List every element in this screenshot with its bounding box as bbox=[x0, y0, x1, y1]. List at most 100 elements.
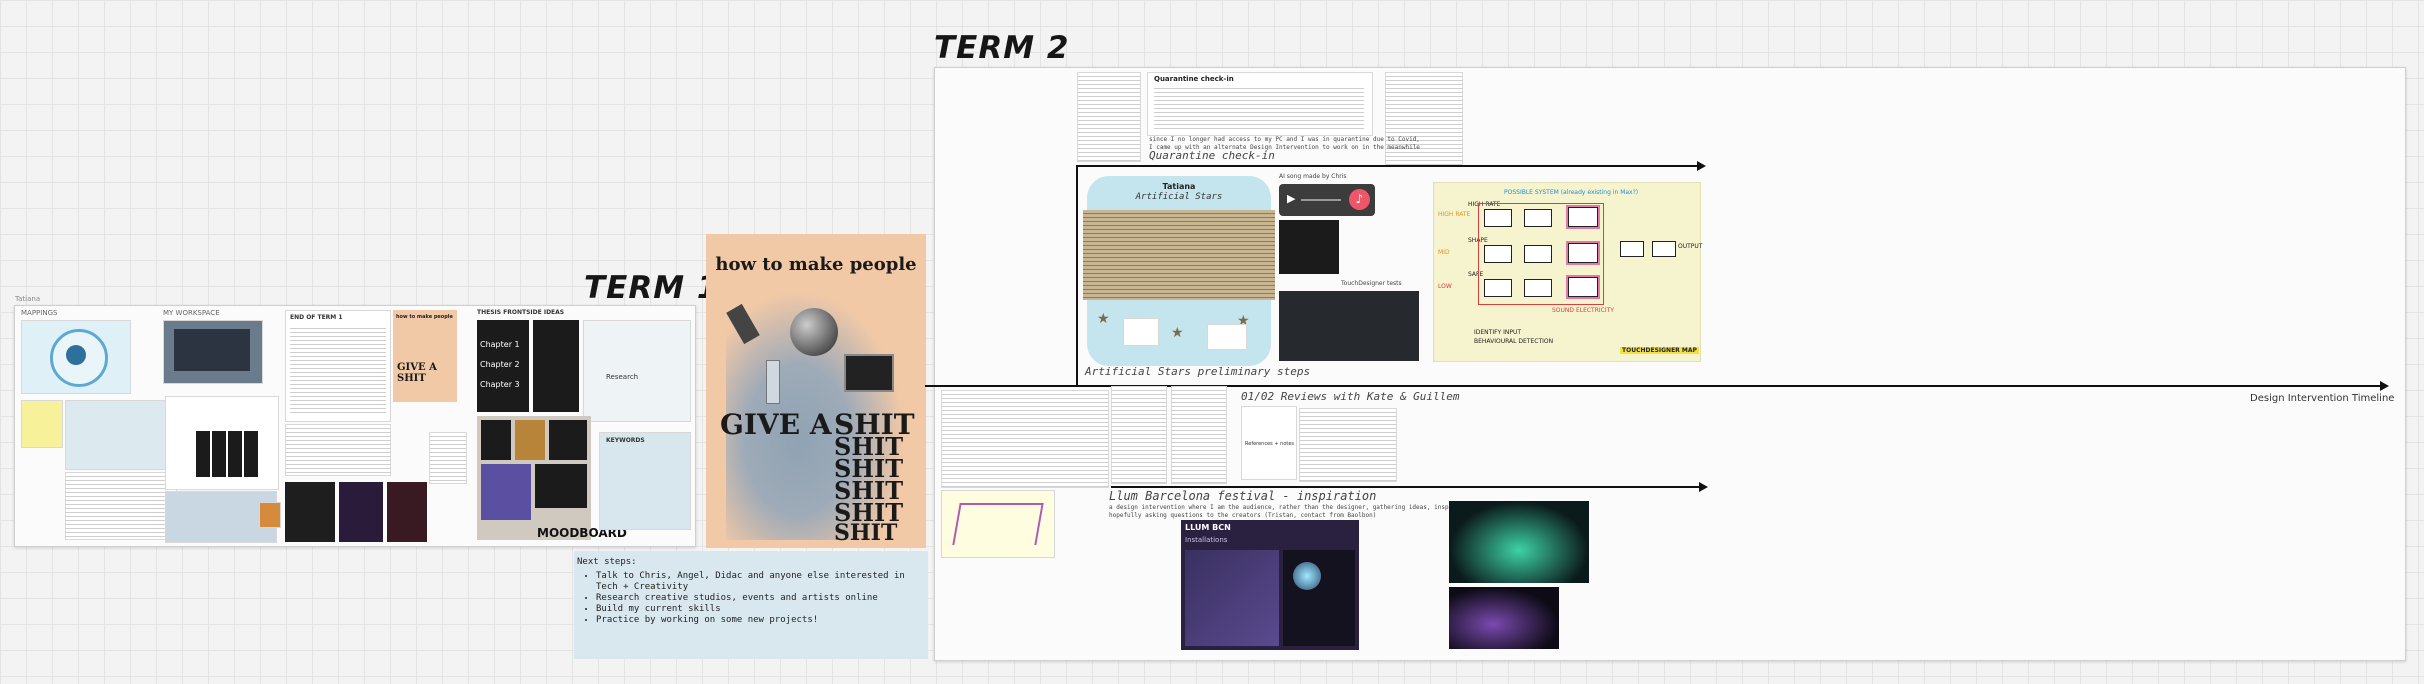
research-collage[interactable] bbox=[65, 400, 177, 470]
quarantine-caption: Quarantine check-in bbox=[1149, 149, 1275, 162]
moodboard-image-3 bbox=[549, 420, 587, 460]
next-steps-note[interactable]: Next steps: Talk to Chris, Angel, Didac … bbox=[574, 551, 928, 659]
keywords-label: KEYWORDS bbox=[606, 437, 645, 444]
end-of-term-notes[interactable] bbox=[285, 424, 391, 476]
music-icon: ♪ bbox=[1349, 189, 1370, 210]
review-document-3[interactable] bbox=[1171, 386, 1227, 484]
poster-shit-6: SHIT bbox=[834, 520, 898, 546]
end-of-term-text bbox=[290, 325, 386, 415]
llum-description-line-2: hopefully asking questions to the creato… bbox=[1109, 512, 1377, 519]
timeline-branch-quarantine bbox=[1077, 165, 1699, 167]
song-label: AI song made by Chris bbox=[1279, 173, 1347, 180]
moodboard-image-1 bbox=[481, 420, 511, 460]
keywords-panel[interactable]: KEYWORDS bbox=[599, 432, 691, 530]
article-clipping[interactable] bbox=[429, 432, 467, 484]
diagram-footer: TOUCHDESIGNER MAP bbox=[1620, 347, 1699, 354]
diagram-row-label: HIGH RATE bbox=[1438, 211, 1471, 218]
arrow-right-icon bbox=[1697, 161, 1706, 171]
orange-photo[interactable] bbox=[259, 502, 281, 528]
star-icon: ★ bbox=[1097, 311, 1110, 327]
quarantine-spreadsheet[interactable] bbox=[1077, 72, 1141, 162]
dark-image-3[interactable] bbox=[387, 482, 427, 542]
m-shape bbox=[952, 503, 1044, 545]
review-notes[interactable] bbox=[1299, 408, 1397, 482]
review-document-1[interactable] bbox=[941, 390, 1109, 488]
dark-image-2[interactable] bbox=[339, 482, 383, 542]
diagram-note: SOUND ELECTRICITY bbox=[1552, 307, 1614, 314]
touchdesigner-diagram[interactable]: POSSIBLE SYSTEM (already existing in Max… bbox=[1433, 182, 1703, 362]
artificial-stars-text bbox=[1083, 210, 1275, 300]
llum-event-image bbox=[1293, 562, 1321, 590]
quarantine-doc-title: Quarantine check-in bbox=[1154, 75, 1234, 83]
diagram-group-frame bbox=[1478, 203, 1604, 305]
grid-document[interactable] bbox=[165, 396, 279, 490]
llum-website-screenshot[interactable]: LLUM BCN Installations bbox=[1181, 520, 1359, 650]
diagram-output-label: OUTPUT bbox=[1678, 243, 1703, 250]
references-label: References + notes bbox=[1245, 441, 1295, 447]
quarantine-side-document[interactable] bbox=[1385, 72, 1463, 166]
llum-caption: Llum Barcelona festival - inspiration bbox=[1109, 489, 1377, 503]
chapters-column-1[interactable]: Chapter 1 Chapter 2 Chapter 3 bbox=[477, 320, 529, 412]
reviews-caption: 01/02 Reviews with Kate & Guillem bbox=[1241, 390, 1460, 403]
llum-site-title: LLUM BCN bbox=[1185, 523, 1231, 532]
notes-document[interactable] bbox=[65, 472, 177, 540]
artificial-stars-card[interactable]: Tatiana Artificial Stars ★ ★ ★ bbox=[1083, 176, 1275, 366]
term2-board[interactable]: Quarantine check-in since I no longer ha… bbox=[925, 67, 2406, 661]
artificial-stars-caption: Artificial Stars preliminary steps bbox=[1085, 365, 1311, 378]
next-steps-title: Next steps: bbox=[577, 557, 637, 567]
next-step-item: Talk to Chris, Angel, Didac and anyone e… bbox=[596, 571, 926, 593]
play-icon[interactable]: ▶ bbox=[1287, 192, 1295, 205]
audio-progress[interactable] bbox=[1301, 199, 1341, 201]
star-icon: ★ bbox=[1171, 325, 1184, 341]
workspace-label: MY WORKSPACE bbox=[163, 309, 220, 317]
mappings-label: MAPPINGS bbox=[21, 309, 58, 317]
give-a-shit-poster[interactable]: how to make people GIVE A SHIT SHIT SHIT… bbox=[706, 234, 926, 548]
touchdesigner-screenshot[interactable] bbox=[1279, 291, 1419, 361]
review-document-2[interactable] bbox=[1111, 386, 1167, 484]
artificial-stars-note bbox=[1207, 324, 1247, 350]
term1-board[interactable]: Tatiana MAPPINGS MY WORKSPACE END OF TER… bbox=[14, 295, 696, 547]
llum-photo-2[interactable] bbox=[1449, 587, 1559, 649]
quarantine-doc-text bbox=[1154, 85, 1364, 131]
references-document[interactable]: References + notes bbox=[1241, 406, 1297, 480]
artist-name: Tatiana bbox=[1162, 182, 1196, 191]
globe-image bbox=[790, 308, 838, 356]
moodboard-image-4 bbox=[481, 464, 531, 520]
diagram-row-label: MID bbox=[1438, 249, 1450, 256]
dark-image-1[interactable] bbox=[285, 482, 335, 542]
end-of-term-label: END OF TERM 1 bbox=[290, 314, 343, 321]
mappings-notes-thumbnail[interactable] bbox=[21, 400, 63, 448]
artificial-stars-title: Artificial Stars bbox=[1135, 192, 1223, 202]
thesis-notes[interactable]: Research bbox=[583, 320, 691, 422]
artificial-stars-note bbox=[1123, 318, 1159, 346]
artificial-stars-sketch[interactable] bbox=[1279, 220, 1339, 274]
quarantine-text-line-1: since I no longer had access to my PC an… bbox=[1149, 136, 1420, 143]
mind-map-center bbox=[66, 345, 86, 365]
mini-poster-give: GIVE A SHIT bbox=[397, 362, 437, 384]
workspace-photo[interactable] bbox=[163, 320, 263, 384]
moodboard-collage[interactable]: MOODBOARD bbox=[477, 416, 627, 540]
m-sketch[interactable] bbox=[941, 490, 1055, 558]
mini-poster-title: how to make people bbox=[396, 314, 453, 320]
monitor-image bbox=[174, 329, 250, 371]
quarantine-document[interactable]: Quarantine check-in bbox=[1147, 72, 1373, 136]
diagram-note: IDENTIFY INPUT bbox=[1474, 329, 1522, 336]
next-steps-list: Talk to Chris, Angel, Didac and anyone e… bbox=[574, 571, 926, 626]
chapters-column-2[interactable] bbox=[533, 320, 579, 412]
mini-poster[interactable]: how to make people GIVE A SHIT bbox=[393, 310, 457, 402]
next-step-item: Practice by working on some new projects… bbox=[596, 615, 926, 626]
term1-heading: TERM 1 bbox=[584, 270, 720, 306]
audio-player[interactable]: ▶ ♪ bbox=[1279, 184, 1375, 216]
chapter-3-label: Chapter 3 bbox=[480, 380, 520, 389]
llum-photo-1[interactable] bbox=[1449, 501, 1589, 583]
llum-event-panel bbox=[1283, 550, 1355, 646]
thesis-label: THESIS FRONTSIDE IDEAS bbox=[477, 309, 565, 316]
mappings-thumbnail[interactable] bbox=[21, 320, 131, 394]
end-of-term-document[interactable]: END OF TERM 1 bbox=[285, 310, 391, 422]
moodboard-image-5 bbox=[535, 464, 587, 508]
chapter-1-label: Chapter 1 bbox=[480, 340, 520, 349]
research-label: Research bbox=[606, 373, 639, 381]
llum-description-line-1: a design intervention where I am the aud… bbox=[1109, 504, 1489, 511]
next-step-item: Research creative studios, events and ar… bbox=[596, 593, 926, 604]
diagram-row-label: LOW bbox=[1438, 283, 1452, 290]
